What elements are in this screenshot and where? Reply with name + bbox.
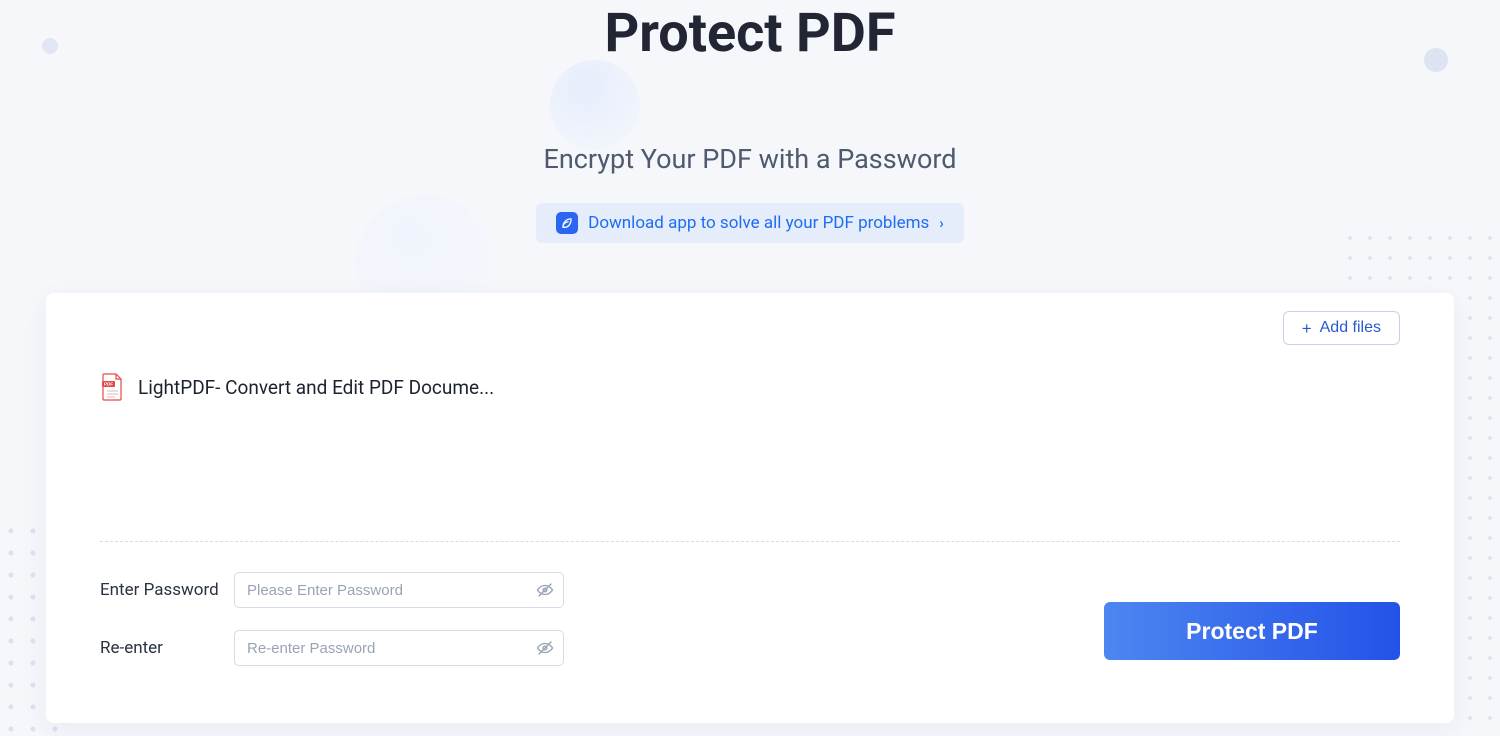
leaf-icon (556, 212, 578, 234)
page-subtitle: Encrypt Your PDF with a Password (0, 143, 1500, 175)
plus-icon: + (1302, 320, 1312, 337)
decorative-circle (550, 60, 640, 150)
page-title: Protect PDF (0, 0, 1500, 65)
file-name: LightPDF- Convert and Edit PDF Docume... (138, 376, 494, 399)
enter-password-label: Enter Password (100, 580, 220, 600)
main-card: + Add files PDF LightPDF- Convert and Ed… (46, 293, 1454, 723)
add-files-button[interactable]: + Add files (1283, 311, 1400, 345)
eye-off-icon[interactable] (536, 581, 554, 599)
eye-off-icon[interactable] (536, 639, 554, 657)
chevron-right-icon: › (939, 214, 944, 232)
add-files-label: Add files (1320, 319, 1381, 337)
form-area: Enter Password Re-enter (100, 572, 1400, 666)
reenter-password-label: Re-enter (100, 638, 220, 658)
decorative-dot (1424, 48, 1448, 72)
reenter-password-input[interactable] (234, 630, 564, 666)
file-row: PDF LightPDF- Convert and Edit PDF Docum… (100, 373, 1400, 401)
download-app-banner[interactable]: Download app to solve all your PDF probl… (536, 203, 964, 243)
divider (100, 541, 1400, 542)
decorative-dot (42, 38, 58, 54)
enter-password-row: Enter Password (100, 572, 564, 608)
reenter-password-row: Re-enter (100, 630, 564, 666)
enter-password-input[interactable] (234, 572, 564, 608)
download-banner-text: Download app to solve all your PDF probl… (588, 213, 929, 233)
password-fields: Enter Password Re-enter (100, 572, 564, 666)
svg-text:PDF: PDF (104, 382, 113, 387)
pdf-file-icon: PDF (100, 373, 124, 401)
protect-pdf-button[interactable]: Protect PDF (1104, 602, 1400, 660)
